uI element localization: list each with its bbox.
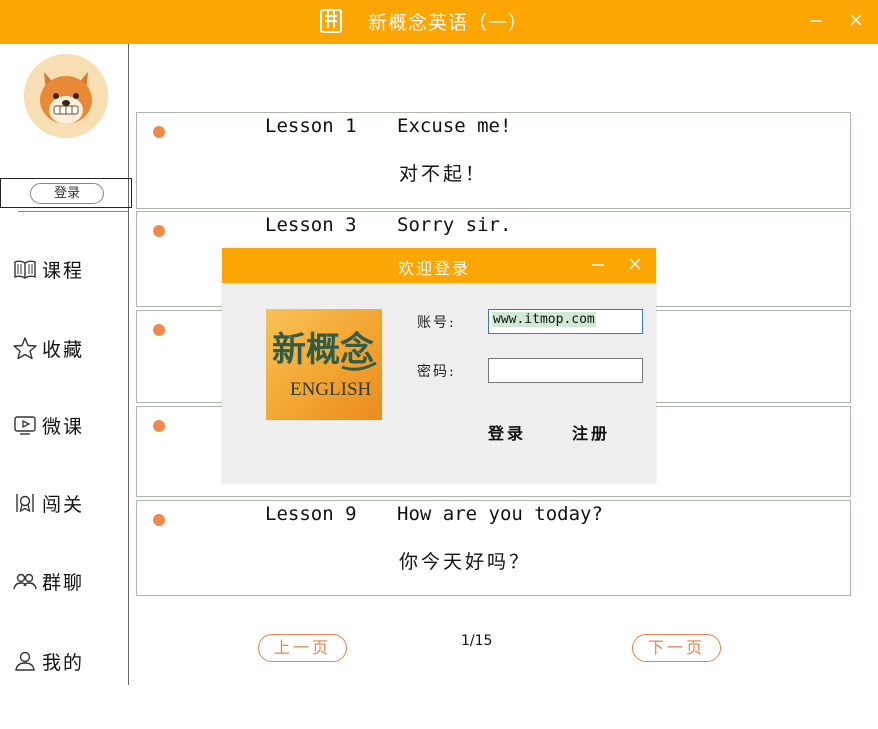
close-icon[interactable]: [845, 10, 867, 32]
account-input[interactable]: www.itmop.com: [488, 309, 643, 334]
sidebar-item-label: 我的: [42, 651, 85, 674]
lesson-number: Lesson 3: [265, 214, 357, 236]
login-area: 登录: [0, 178, 132, 208]
page-indicator: 1/15: [461, 633, 493, 649]
next-page-button[interactable]: 下一页: [632, 634, 721, 662]
user-icon: [15, 651, 35, 671]
lesson-english-title: Sorry sir.: [397, 214, 512, 236]
dialog-minimize-icon[interactable]: [588, 254, 608, 276]
lesson-english-title: Excuse me!: [397, 115, 512, 137]
lesson-number: Lesson 9: [265, 503, 357, 525]
lesson-number: Lesson 1: [265, 115, 357, 137]
app-logo: 新概念 ENGLISH: [266, 309, 382, 420]
account-input-value: www.itmop.com: [492, 312, 596, 327]
star-icon: [13, 337, 37, 360]
bullet-dot: [153, 126, 165, 138]
prev-page-button[interactable]: 上一页: [258, 634, 347, 662]
lesson-chinese-title: 你今天好吗？: [399, 551, 532, 573]
sidebar-item-profile[interactable]: 我的: [12, 647, 122, 675]
login-dialog: 欢迎登录 新概念 ENGLISH 账号: www.itmop.com 密码: 登…: [222, 248, 656, 483]
sidebar-login-button[interactable]: 登录: [30, 183, 104, 204]
sidebar-divider: [18, 211, 128, 212]
minimize-icon[interactable]: [805, 10, 827, 32]
group-icon: [13, 573, 37, 590]
sidebar-item-courses[interactable]: 课程: [12, 255, 122, 283]
dialog-title-bar: 欢迎登录: [222, 248, 656, 283]
lesson-card[interactable]: Lesson 1 Excuse me! 对不起！: [136, 112, 851, 209]
sidebar-item-label: 收藏: [42, 338, 85, 361]
bullet-dot: [153, 420, 165, 432]
lesson-english-title: How are you today?: [397, 503, 603, 525]
title-bar: 新概念英语（一）: [0, 0, 878, 44]
book-icon: [320, 9, 342, 33]
window-title: 新概念英语（一）: [368, 12, 529, 34]
password-label: 密码:: [417, 364, 456, 380]
avatar[interactable]: [24, 54, 108, 138]
sidebar-item-microcourse[interactable]: 微课: [12, 411, 122, 439]
sidebar-item-label: 群聊: [42, 571, 85, 594]
logo-cn-text: 新概念: [272, 330, 377, 371]
sidebar: 登录 课程 收藏 微课 闯关 群聊 我的: [0, 44, 132, 685]
sidebar-item-group-chat[interactable]: 群聊: [12, 567, 122, 595]
bullet-dot: [153, 225, 165, 237]
badge-icon: [16, 494, 34, 513]
sidebar-item-challenge[interactable]: 闯关: [12, 489, 122, 517]
bullet-dot: [153, 514, 165, 526]
dialog-title: 欢迎登录: [398, 259, 471, 278]
dialog-close-icon[interactable]: [625, 254, 645, 276]
dialog-register-button[interactable]: 注册: [572, 420, 610, 444]
bullet-dot: [153, 324, 165, 336]
sidebar-item-label: 课程: [42, 259, 85, 282]
lesson-card[interactable]: Lesson 9 How are you today? 你今天好吗？: [136, 500, 851, 596]
svg-text:新概念: 新概念: [272, 330, 374, 370]
play-screen-icon: [14, 416, 36, 435]
dialog-login-button[interactable]: 登录: [488, 420, 526, 444]
account-label: 账号:: [417, 315, 456, 331]
book-open-icon: [14, 260, 36, 279]
password-input[interactable]: [488, 358, 643, 383]
sidebar-item-label: 闯关: [42, 493, 85, 516]
logo-en-text: ENGLISH: [290, 379, 372, 400]
lesson-chinese-title: 对不起！: [399, 163, 488, 185]
sidebar-item-label: 微课: [42, 415, 85, 438]
sidebar-item-favorites[interactable]: 收藏: [12, 334, 122, 362]
